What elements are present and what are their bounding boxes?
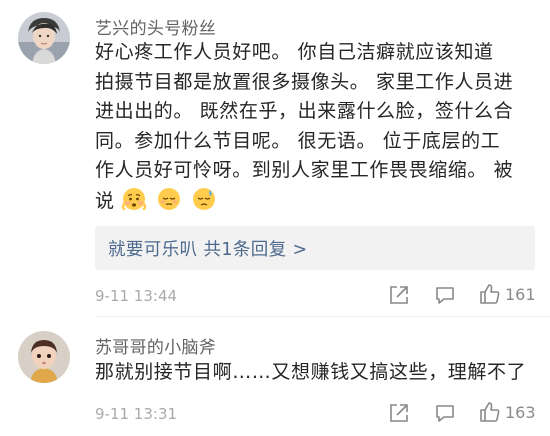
comment-line-text: 说 (95, 189, 115, 212)
reply-summary-link[interactable]: 就要可乐叭 共1条回复 > (108, 236, 308, 261)
user-avatar-image (18, 331, 70, 383)
user-avatar-image (18, 12, 70, 64)
sad-sweat-face-icon (192, 187, 215, 210)
avatar[interactable] (18, 331, 70, 383)
avatar[interactable] (18, 12, 70, 64)
comment-timestamp: 9-11 13:31 (95, 405, 178, 423)
like-count: 161 (505, 285, 536, 304)
comment-line: 好心疼工作人员好吧。 你自己洁癖就应该知道 (95, 41, 494, 63)
share-icon[interactable] (388, 284, 410, 306)
sleepy-face-icon (157, 187, 180, 210)
comment-icon[interactable] (434, 284, 456, 306)
comment-line: 拍摄节目都是放置很多摄像头。 家里工作人员进 (95, 70, 514, 93)
thumbs-up-icon[interactable] (478, 400, 502, 424)
comment-line: 作人员好可怜呀。到别人家里工作畏畏缩缩。 被 (95, 159, 514, 181)
username[interactable]: 苏哥哥的小脑斧 (95, 333, 216, 358)
comment-line: 同。参加什么节目呢。 很无语。 位于底层的工 (95, 129, 501, 152)
comment-icon[interactable] (434, 402, 456, 424)
comment-text: 那就别接节目啊……又想赚钱又搞这些，理解不了 (95, 358, 526, 388)
comment-timestamp: 9-11 13:44 (95, 287, 178, 305)
worried-face-icon (122, 187, 147, 210)
comment-item: 艺兴的头号粉丝 好心疼工作人员好吧。 你自己洁癖就应该知道 拍摄节目都是放置很多… (0, 0, 550, 316)
share-icon[interactable] (388, 402, 410, 424)
comment-line: 说 (95, 186, 513, 217)
reply-summary-box[interactable]: 就要可乐叭 共1条回复 > (95, 226, 535, 270)
like-count: 163 (505, 403, 536, 422)
comment-item: 苏哥哥的小脑斧 那就别接节目啊……又想赚钱又搞这些，理解不了 9-11 13:3… (0, 317, 550, 436)
comment-line: 进出出的。 既然在乎，出来露什么脸，签什么合 (95, 100, 514, 122)
thumbs-up-icon[interactable] (478, 282, 502, 306)
comment-line: 那就别接节目啊……又想赚钱又搞这些，理解不了 (95, 361, 527, 383)
comment-text: 好心疼工作人员好吧。 你自己洁癖就应该知道 拍摄节目都是放置很多摄像头。 家里工… (95, 38, 513, 216)
username[interactable]: 艺兴的头号粉丝 (95, 14, 216, 39)
